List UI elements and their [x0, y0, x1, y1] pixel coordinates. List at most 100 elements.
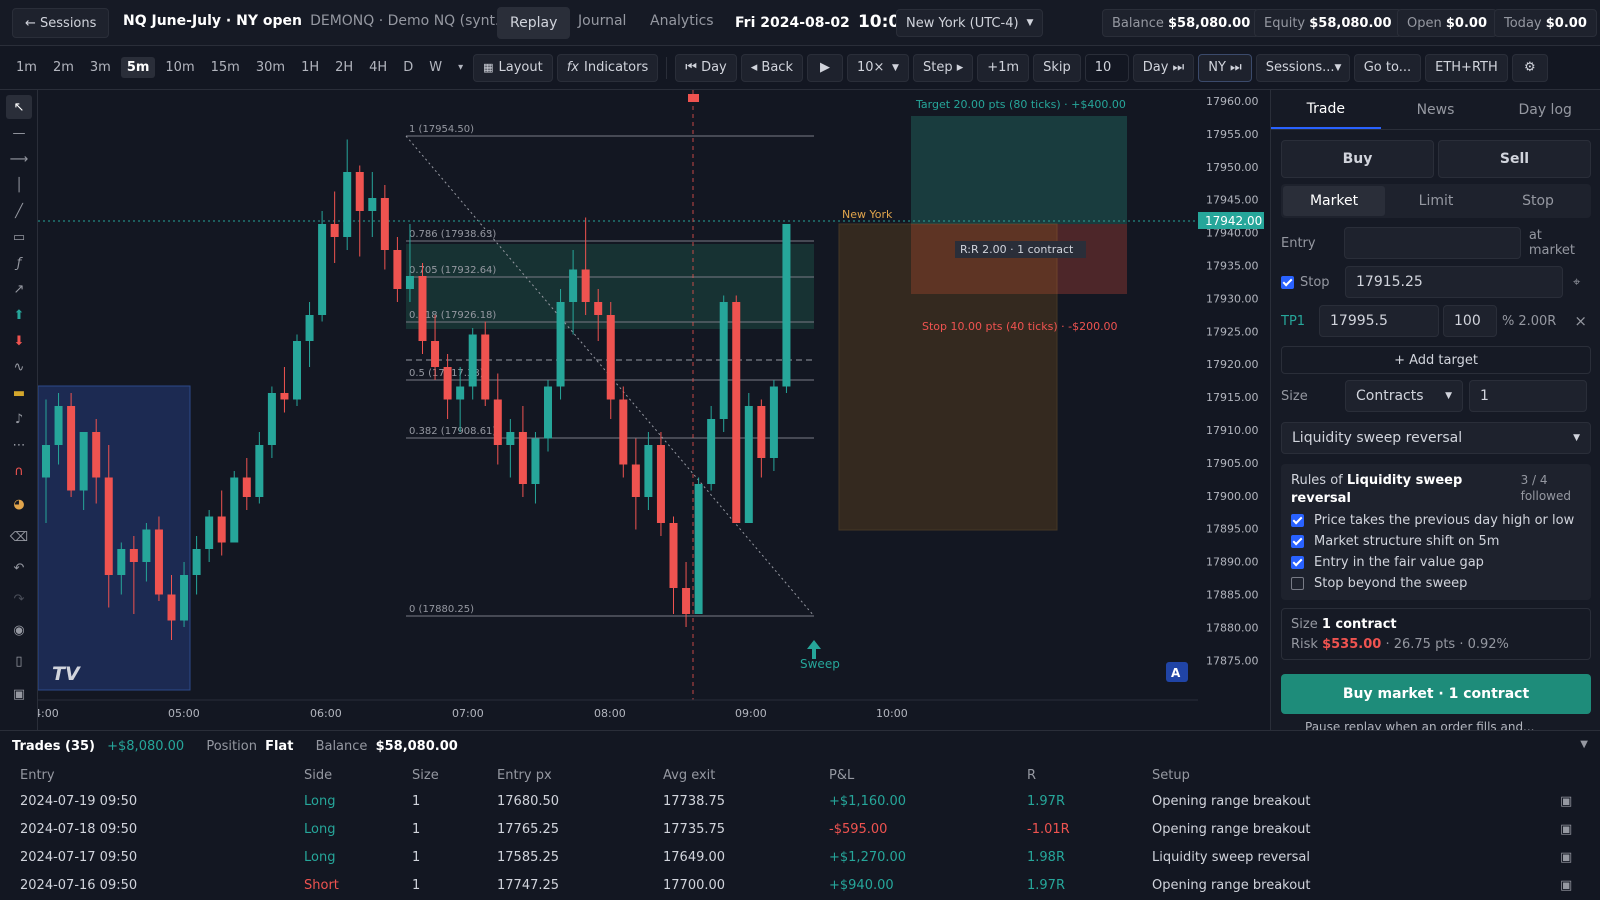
previous-day-button[interactable]: ⏮ Day [675, 53, 737, 82]
stop-input[interactable]: 17915.25 [1345, 266, 1563, 298]
camera-icon[interactable]: ▣ [1540, 843, 1600, 871]
tp1-price-input[interactable]: 17995.5 [1319, 305, 1439, 337]
table-row[interactable]: 2024-07-16 09:50 Short 1 17747.25 17700.00 +$… [0, 871, 1600, 899]
col-pnl[interactable]: P&L [809, 763, 1007, 787]
camera-icon[interactable]: ▣ [1540, 787, 1600, 815]
tf-2m[interactable]: 2m [47, 57, 80, 78]
undo-icon[interactable]: ↶ [6, 556, 32, 580]
rule-item[interactable]: Stop beyond the sweep [1291, 573, 1581, 594]
sell-button[interactable]: Sell [1438, 140, 1591, 178]
rule-item[interactable]: Entry in the fair value gap [1291, 552, 1581, 573]
step-forward-button[interactable]: Step ▸ [912, 53, 974, 82]
order-type-market[interactable]: Market [1283, 186, 1385, 216]
nav-journal[interactable]: Journal [578, 13, 626, 29]
redo-icon[interactable]: ↷ [6, 587, 32, 611]
tf-4h[interactable]: 4H [363, 57, 393, 78]
stop-checkbox[interactable] [1281, 275, 1294, 289]
table-row[interactable]: 2024-07-18 09:50 Long 1 17765.25 17735.75 -$5… [0, 815, 1600, 843]
rule-checkbox[interactable] [1291, 556, 1304, 569]
magnet-icon[interactable]: ∩ [6, 459, 32, 483]
order-type-limit[interactable]: Limit [1385, 186, 1487, 216]
alert-bell-icon[interactable]: ♪ [6, 407, 32, 431]
camera-icon[interactable]: ▣ [6, 682, 32, 706]
col-entry-px[interactable]: Entry px [477, 763, 643, 787]
rule-item[interactable]: Price takes the previous day high or low [1291, 510, 1581, 531]
tf-w[interactable]: W [423, 57, 448, 78]
crosshair-pick-icon[interactable]: ⌖ [1573, 275, 1580, 290]
tab-trade[interactable]: Trade [1271, 90, 1381, 129]
rectangle-icon[interactable]: ▭ [6, 225, 32, 249]
settings-gear-icon[interactable]: ⚙ [1511, 53, 1548, 82]
horizontal-line-icon[interactable]: — [6, 121, 32, 145]
tf-5m[interactable]: 5m [120, 57, 156, 78]
submit-order-button[interactable]: Buy market · 1 contract [1281, 674, 1591, 714]
tf-3m[interactable]: 3m [84, 57, 117, 78]
rule-item[interactable]: Market structure shift on 5m [1291, 531, 1581, 552]
tf-10m[interactable]: 10m [159, 57, 200, 78]
horizontal-ray-icon[interactable]: ⟶ [6, 147, 32, 171]
palette-icon[interactable]: ◕ [6, 492, 32, 516]
more-tools-icon[interactable]: ⋯ [6, 433, 32, 457]
skip-count-input[interactable]: 10 [1084, 53, 1129, 82]
buy-button[interactable]: Buy [1281, 140, 1434, 178]
tf-15m[interactable]: 15m [205, 57, 246, 78]
rule-checkbox[interactable] [1291, 514, 1304, 527]
layout-button[interactable]: ▦ Layout [473, 53, 553, 82]
sessions-select[interactable]: Sessions... ▼ [1255, 53, 1350, 82]
tp1-percent-input[interactable]: 100 [1443, 305, 1497, 337]
tf-1m[interactable]: 1m [10, 57, 43, 78]
order-type-stop[interactable]: Stop [1487, 186, 1589, 216]
speed-select[interactable]: 10× ▼ [846, 53, 909, 82]
trend-line-icon[interactable]: ╱ [6, 199, 32, 223]
tab-news[interactable]: News [1381, 90, 1491, 129]
camera-icon[interactable]: ▣ [1540, 871, 1600, 899]
add-target-button[interactable]: + Add target [1281, 346, 1591, 374]
col-entry[interactable]: Entry [0, 763, 284, 787]
replay-flag-icon[interactable] [688, 94, 699, 102]
col-r[interactable]: R [1007, 763, 1132, 787]
timezone-select[interactable]: New York (UTC-4) ▼ [896, 9, 1044, 37]
price-chart[interactable]: 1 (17954.50) 0.786 (17938.63) 0.705 (17932… [38, 90, 1270, 730]
vertical-line-icon[interactable]: │ [6, 173, 32, 197]
nav-analytics[interactable]: Analytics [650, 13, 714, 29]
col-setup[interactable]: Setup [1132, 763, 1540, 787]
setup-select[interactable]: Liquidity sweep reversal ▼ [1281, 422, 1591, 454]
next-ny-session-button[interactable]: NY ⏭ [1198, 53, 1252, 82]
arrow-icon[interactable]: ↗ [6, 277, 32, 301]
tab-day-log[interactable]: Day log [1490, 90, 1600, 129]
table-row[interactable]: 2024-07-19 09:50 Long 1 17680.50 17738.75 +$1… [0, 787, 1600, 815]
table-row[interactable]: 2024-07-17 09:50 Long 1 17585.25 17649.00 +$1… [0, 843, 1600, 871]
eraser-icon[interactable]: ⌫ [6, 525, 32, 549]
short-position-icon[interactable]: ⬇ [6, 329, 32, 353]
long-position-icon[interactable]: ⬆ [6, 303, 32, 327]
cursor-icon[interactable]: ↖ [6, 95, 32, 119]
sessions-back-button[interactable]: ← Sessions [12, 8, 110, 38]
tf-2h[interactable]: 2H [329, 57, 359, 78]
tf-1h[interactable]: 1H [295, 57, 325, 78]
eye-icon[interactable]: ◉ [6, 618, 32, 642]
nav-replay[interactable]: Replay [497, 7, 571, 39]
rule-checkbox[interactable] [1291, 577, 1304, 590]
goto-button[interactable]: Go to... [1353, 53, 1422, 82]
entry-input[interactable] [1343, 227, 1521, 259]
camera-icon[interactable]: ▣ [1540, 815, 1600, 843]
highlighter-icon[interactable]: ▬ [6, 381, 32, 405]
tf-d[interactable]: D [397, 57, 419, 78]
plus-one-minute-button[interactable]: +1m [977, 53, 1030, 82]
close-icon[interactable]: × [1574, 312, 1587, 330]
size-unit-select[interactable]: Contracts ▼ [1345, 380, 1463, 412]
col-size[interactable]: Size [392, 763, 477, 787]
col-side[interactable]: Side [284, 763, 392, 787]
timeframe-more-icon[interactable]: ▾ [452, 59, 469, 76]
size-input[interactable]: 1 [1469, 380, 1587, 412]
fib-icon[interactable]: ƒ [6, 251, 32, 275]
col-avg-exit[interactable]: Avg exit [643, 763, 809, 787]
play-button[interactable]: ▶ [806, 53, 843, 82]
chart-canvas[interactable]: 1 (17954.50)0.786 (17938.63)0.705 (17932… [38, 90, 1270, 730]
collapse-chevron-icon[interactable]: ▼ [1580, 739, 1588, 750]
indicators-button[interactable]: fx Indicators [556, 53, 659, 82]
brush-icon[interactable]: ∿ [6, 355, 32, 379]
rule-checkbox[interactable] [1291, 535, 1304, 548]
tf-30m[interactable]: 30m [250, 57, 291, 78]
step-back-button[interactable]: ◂ Back [740, 53, 803, 82]
